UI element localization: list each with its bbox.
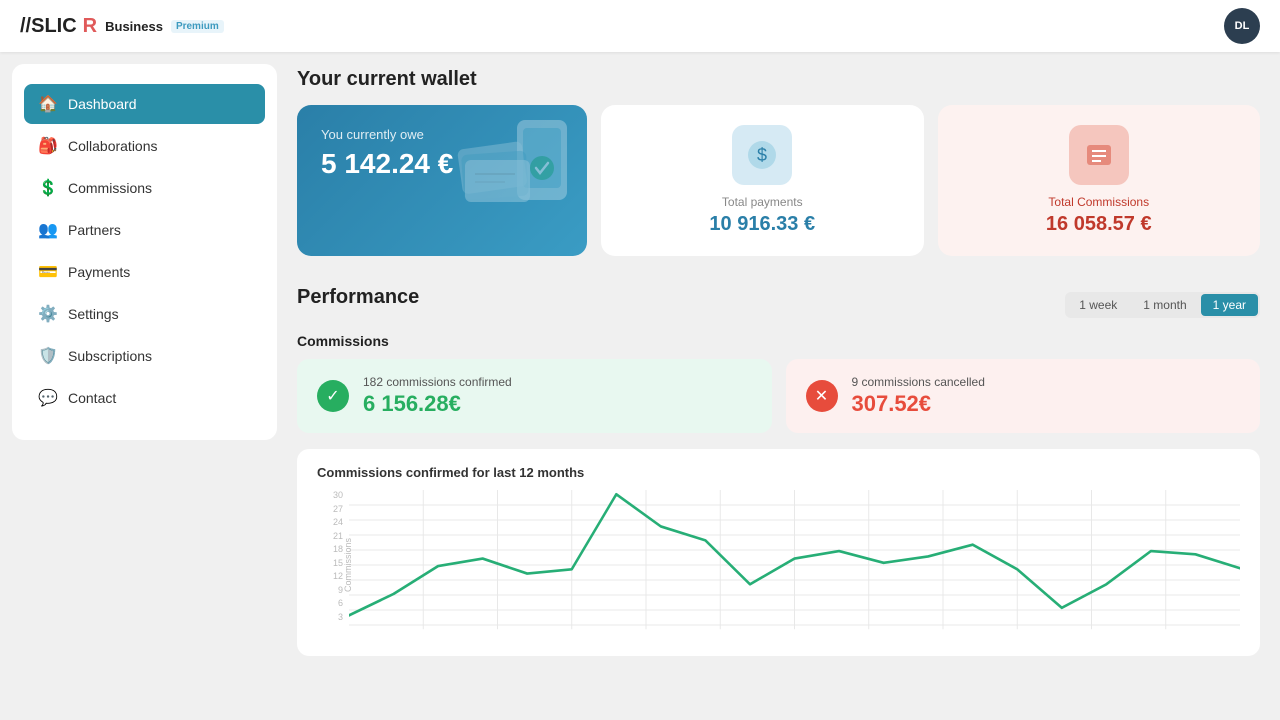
chart-svg [349,490,1240,640]
logo-slashes: //SLIC [20,15,77,38]
chart-title: Commissions confirmed for last 12 months [317,465,1240,480]
home-icon: 🏠 [38,94,58,114]
commissions-icon: 💲 [38,178,58,198]
sidebar-item-collaborations[interactable]: 🎒 Collaborations [24,126,265,166]
partners-icon: 👥 [38,220,58,240]
performance-header: Performance 1 week 1 month 1 year [297,286,1260,323]
payments-icon: 💳 [38,262,58,282]
settings-icon: ⚙️ [38,304,58,324]
main-layout: 🏠 Dashboard 🎒 Collaborations 💲 Commissio… [0,0,1280,720]
time-filter-group: 1 week 1 month 1 year [1065,292,1260,318]
sidebar-label-commissions: Commissions [68,180,152,196]
commissions-card-label: Total Commissions [1048,195,1149,209]
commission-stat-cards: ✓ 182 commissions confirmed 6 156.28€ ✕ … [297,359,1260,433]
svg-text:$: $ [757,145,767,165]
confirmed-info: 182 commissions confirmed 6 156.28€ [363,375,512,417]
chart-area [349,490,1240,640]
wallet-section-title: Your current wallet [297,68,1260,91]
confirmed-icon: ✓ [317,380,349,412]
filter-1week[interactable]: 1 week [1067,294,1129,316]
sidebar-item-partners[interactable]: 👥 Partners [24,210,265,250]
sidebar-item-commissions[interactable]: 💲 Commissions [24,168,265,208]
confirmed-amount: 6 156.28€ [363,391,512,417]
sidebar-item-payments[interactable]: 💳 Payments [24,252,265,292]
sidebar-label-partners: Partners [68,222,121,238]
wallet-payments-card: $ Total payments 10 916.33 € [601,105,924,256]
collaborations-icon: 🎒 [38,136,58,156]
cancelled-info: 9 commissions cancelled 307.52€ [852,375,985,417]
commissions-section-label: Commissions [297,333,1260,349]
sidebar-label-dashboard: Dashboard [68,96,137,112]
chart-container: Commissions confirmed for last 12 months… [297,449,1260,656]
sidebar-label-payments: Payments [68,264,130,280]
logo: //SLIC R Business Premium [20,15,224,38]
wallet-owe-card: You currently owe 5 142.24 € [297,105,587,256]
cancelled-sub: 9 commissions cancelled [852,375,985,389]
app-header: //SLIC R Business Premium DL [0,0,1280,52]
wallet-cards: You currently owe 5 142.24 € [297,105,1260,256]
subscriptions-icon: 🛡️ [38,346,58,366]
sidebar-item-contact[interactable]: 💬 Contact [24,378,265,418]
sidebar-label-contact: Contact [68,390,116,406]
logo-premium-badge: Premium [171,20,224,33]
sidebar-item-settings[interactable]: ⚙️ Settings [24,294,265,334]
cancelled-icon: ✕ [806,380,838,412]
sidebar-label-settings: Settings [68,306,119,322]
payments-card-label: Total payments [722,195,803,209]
cancelled-amount: 307.52€ [852,391,985,417]
sidebar: 🏠 Dashboard 🎒 Collaborations 💲 Commissio… [12,64,277,440]
commissions-card-icon [1069,125,1129,185]
payments-card-icon: $ [732,125,792,185]
confirmed-sub: 182 commissions confirmed [363,375,512,389]
filter-1year[interactable]: 1 year [1201,294,1258,316]
avatar[interactable]: DL [1224,8,1260,44]
filter-1month[interactable]: 1 month [1131,294,1198,316]
cancelled-commissions-card: ✕ 9 commissions cancelled 307.52€ [786,359,1261,433]
contact-icon: 💬 [38,388,58,408]
wallet-commissions-card: Total Commissions 16 058.57 € [938,105,1261,256]
confirmed-commissions-card: ✓ 182 commissions confirmed 6 156.28€ [297,359,772,433]
sidebar-item-dashboard[interactable]: 🏠 Dashboard [24,84,265,124]
sidebar-label-collaborations: Collaborations [68,138,158,154]
wallet-illustration [447,110,577,235]
main-content: Your current wallet You currently owe 5 … [277,52,1280,720]
y-axis-title: Commissions [343,538,353,592]
commissions-card-amount: 16 058.57 € [1046,213,1152,236]
logo-business: Business [105,19,163,34]
sidebar-item-subscriptions[interactable]: 🛡️ Subscriptions [24,336,265,376]
performance-title: Performance [297,286,419,309]
sidebar-label-subscriptions: Subscriptions [68,348,152,364]
payments-card-amount: 10 916.33 € [709,213,815,236]
chart-wrap: 3 6 9 12 15 18 21 24 27 30 Commissions [317,490,1240,640]
logo-r-letter: R [83,15,97,38]
